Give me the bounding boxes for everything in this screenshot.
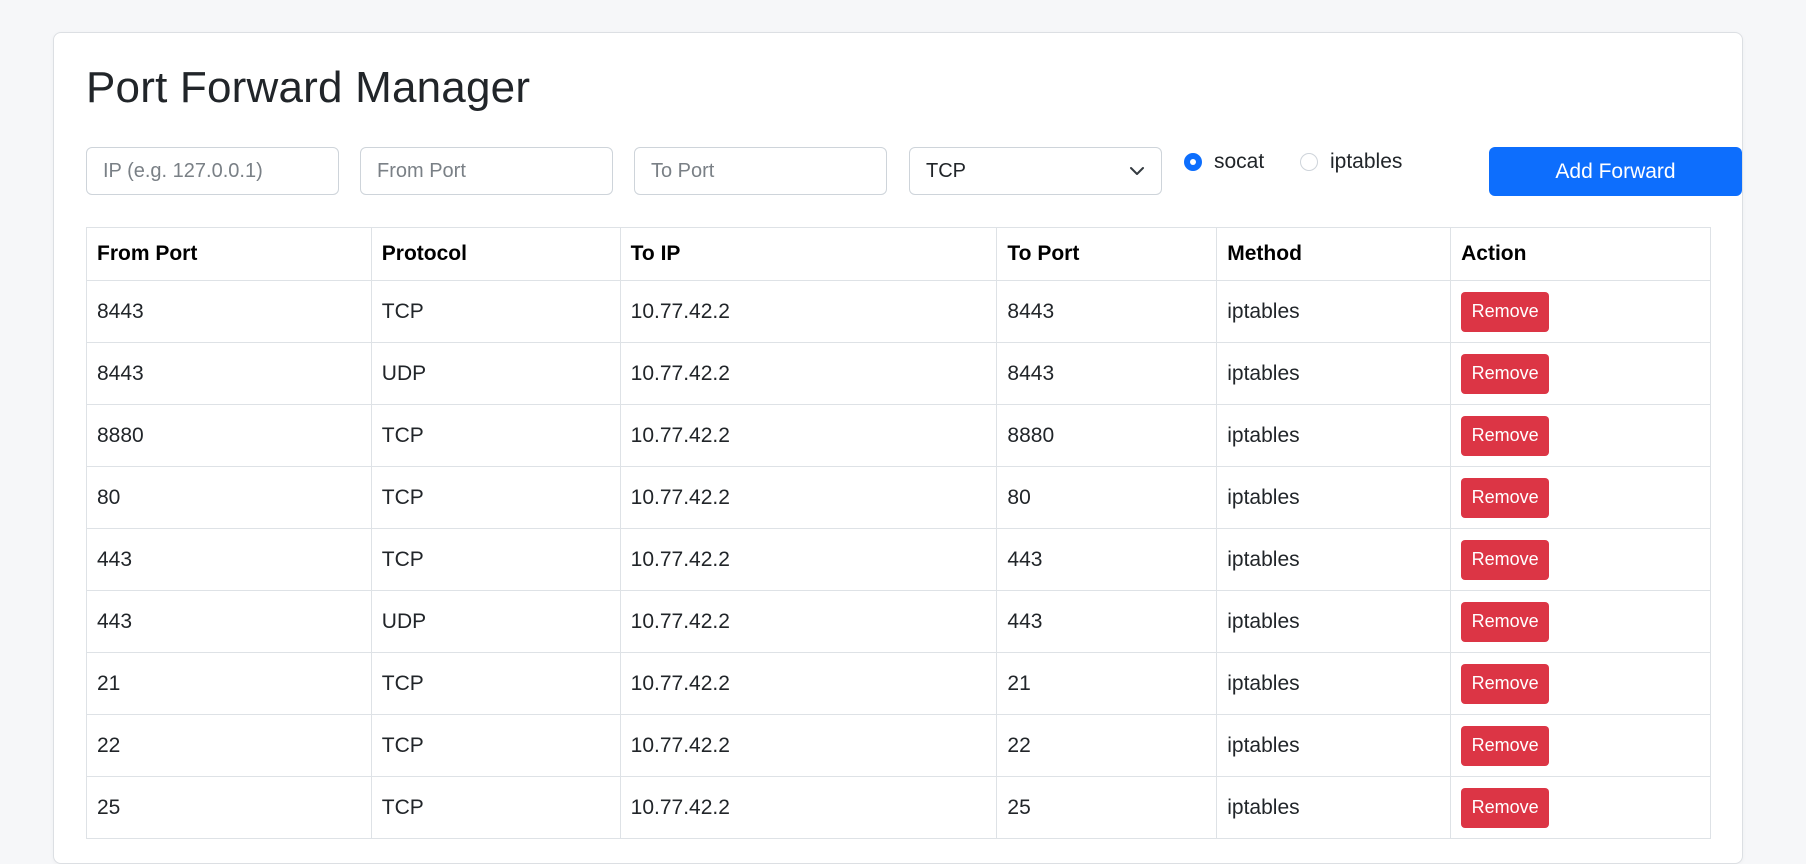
remove-button[interactable]: Remove — [1461, 663, 1550, 704]
remove-button[interactable]: Remove — [1461, 787, 1550, 828]
cell-action: Remove — [1450, 590, 1711, 653]
cell-to-ip: 10.77.42.2 — [619, 528, 998, 591]
cell-from-port: 443 — [86, 590, 372, 653]
cell-method: iptables — [1216, 590, 1452, 653]
cell-protocol: TCP — [370, 652, 621, 715]
cell-from-port: 443 — [86, 528, 372, 591]
cell-method: iptables — [1216, 776, 1452, 839]
cell-protocol: TCP — [370, 404, 621, 467]
table-row: 25 TCP 10.77.42.2 25 iptables Remove — [86, 776, 1711, 839]
table-row: 443 TCP 10.77.42.2 443 iptables Remove — [86, 528, 1711, 591]
cell-action: Remove — [1450, 776, 1711, 839]
remove-button[interactable]: Remove — [1461, 353, 1550, 394]
cell-action: Remove — [1450, 466, 1711, 529]
remove-button[interactable]: Remove — [1461, 291, 1550, 332]
cell-protocol: TCP — [370, 466, 621, 529]
remove-button[interactable]: Remove — [1461, 725, 1550, 766]
table-row: 8443 TCP 10.77.42.2 8443 iptables Remove — [86, 280, 1711, 343]
cell-from-port: 22 — [86, 714, 372, 777]
table-row: 80 TCP 10.77.42.2 80 iptables Remove — [86, 466, 1711, 529]
cell-to-ip: 10.77.42.2 — [619, 714, 998, 777]
header-action: Action — [1450, 227, 1711, 281]
from-port-input[interactable] — [360, 147, 613, 195]
cell-action: Remove — [1450, 404, 1711, 467]
cell-to-ip: 10.77.42.2 — [619, 776, 998, 839]
cell-protocol: TCP — [370, 776, 621, 839]
cell-from-port: 25 — [86, 776, 372, 839]
radio-label-iptables: iptables — [1330, 150, 1403, 173]
remove-button[interactable]: Remove — [1461, 539, 1550, 580]
cell-method: iptables — [1216, 404, 1452, 467]
protocol-select-value: TCP — [926, 159, 966, 182]
cell-protocol: TCP — [370, 528, 621, 591]
cell-to-port: 8443 — [996, 342, 1218, 405]
radio-label-socat: socat — [1214, 150, 1265, 173]
cell-protocol: UDP — [370, 342, 621, 405]
protocol-select[interactable]: TCP — [909, 147, 1162, 195]
table-row: 8880 TCP 10.77.42.2 8880 iptables Remove — [86, 404, 1711, 467]
cell-from-port: 8443 — [86, 342, 372, 405]
add-forward-form: TCP socat iptables Add Forward — [86, 147, 1742, 197]
remove-button[interactable]: Remove — [1461, 601, 1550, 642]
to-port-input[interactable] — [634, 147, 887, 195]
cell-to-port: 8443 — [996, 280, 1218, 343]
table-header-row: From Port Protocol To IP To Port Method … — [86, 227, 1711, 281]
cell-action: Remove — [1450, 280, 1711, 343]
method-radio-iptables[interactable]: iptables — [1300, 150, 1402, 174]
radio-unchecked-icon[interactable] — [1300, 153, 1318, 171]
cell-to-port: 21 — [996, 652, 1218, 715]
chevron-down-icon — [1129, 166, 1145, 176]
header-method: Method — [1216, 227, 1452, 281]
header-from-port: From Port — [86, 227, 372, 281]
remove-button[interactable]: Remove — [1461, 477, 1550, 518]
table-row: 8443 UDP 10.77.42.2 8443 iptables Remove — [86, 342, 1711, 405]
cell-to-port: 80 — [996, 466, 1218, 529]
forwards-table: From Port Protocol To IP To Port Method … — [86, 227, 1711, 839]
cell-action: Remove — [1450, 714, 1711, 777]
header-to-ip: To IP — [619, 227, 998, 281]
method-radio-socat[interactable]: socat — [1184, 150, 1264, 174]
header-protocol: Protocol — [370, 227, 621, 281]
cell-method: iptables — [1216, 466, 1452, 529]
cell-to-ip: 10.77.42.2 — [619, 466, 998, 529]
cell-method: iptables — [1216, 714, 1452, 777]
cell-from-port: 8443 — [86, 280, 372, 343]
cell-from-port: 80 — [86, 466, 372, 529]
table-row: 22 TCP 10.77.42.2 22 iptables Remove — [86, 714, 1711, 777]
cell-to-ip: 10.77.42.2 — [619, 342, 998, 405]
cell-to-ip: 10.77.42.2 — [619, 590, 998, 653]
cell-to-port: 22 — [996, 714, 1218, 777]
cell-protocol: UDP — [370, 590, 621, 653]
cell-to-port: 443 — [996, 590, 1218, 653]
cell-method: iptables — [1216, 652, 1452, 715]
remove-button[interactable]: Remove — [1461, 415, 1550, 456]
cell-method: iptables — [1216, 280, 1452, 343]
cell-action: Remove — [1450, 342, 1711, 405]
port-forward-card: Port Forward Manager TCP socat iptables … — [53, 32, 1743, 864]
cell-to-ip: 10.77.42.2 — [619, 280, 998, 343]
cell-from-port: 21 — [86, 652, 372, 715]
cell-method: iptables — [1216, 342, 1452, 405]
cell-to-port: 443 — [996, 528, 1218, 591]
cell-to-port: 8880 — [996, 404, 1218, 467]
header-to-port: To Port — [996, 227, 1218, 281]
cell-to-port: 25 — [996, 776, 1218, 839]
cell-to-ip: 10.77.42.2 — [619, 404, 998, 467]
ip-input[interactable] — [86, 147, 339, 195]
cell-to-ip: 10.77.42.2 — [619, 652, 998, 715]
cell-method: iptables — [1216, 528, 1452, 591]
cell-protocol: TCP — [370, 714, 621, 777]
cell-action: Remove — [1450, 652, 1711, 715]
table-row: 21 TCP 10.77.42.2 21 iptables Remove — [86, 652, 1711, 715]
cell-action: Remove — [1450, 528, 1711, 591]
cell-protocol: TCP — [370, 280, 621, 343]
radio-checked-icon[interactable] — [1184, 153, 1202, 171]
cell-from-port: 8880 — [86, 404, 372, 467]
page-title: Port Forward Manager — [86, 63, 531, 112]
table-row: 443 UDP 10.77.42.2 443 iptables Remove — [86, 590, 1711, 653]
add-forward-button[interactable]: Add Forward — [1489, 147, 1742, 196]
